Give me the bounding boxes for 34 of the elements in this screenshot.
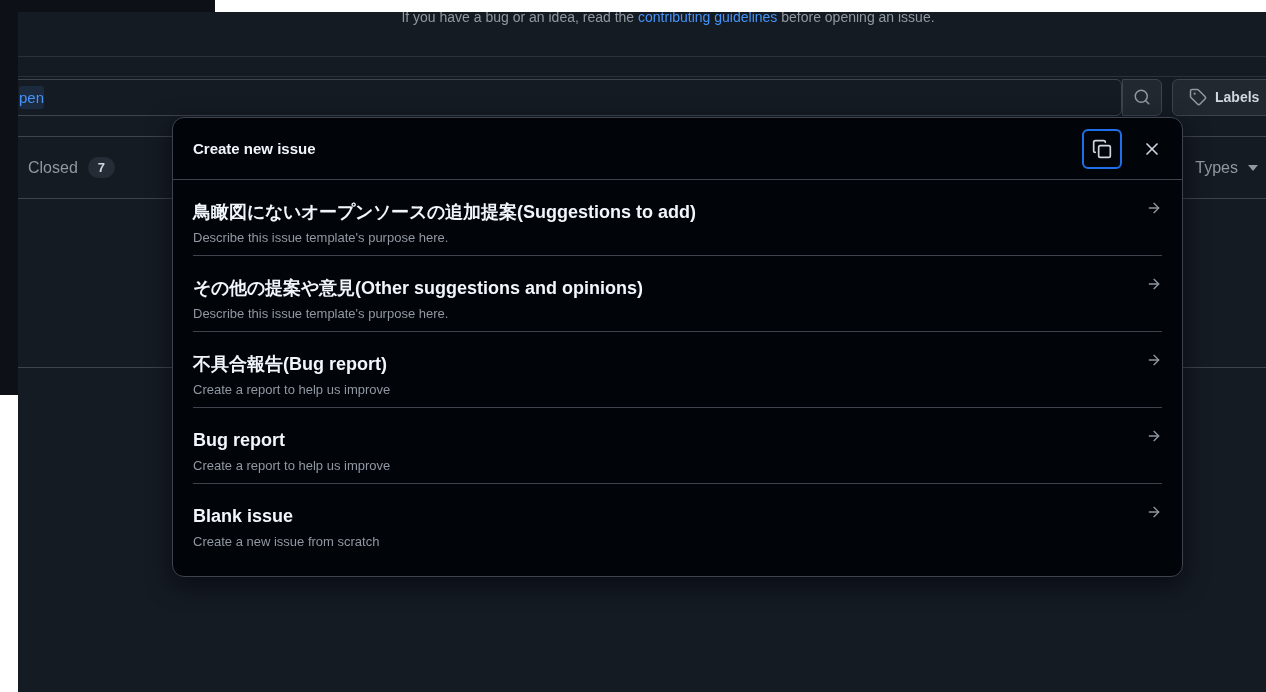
arrow-icon bbox=[1146, 504, 1162, 520]
template-title: Blank issue bbox=[193, 506, 295, 526]
arrow-icon bbox=[1146, 200, 1162, 216]
arrow-icon bbox=[1146, 352, 1162, 368]
template-title: 鳥瞰図にないオープンソースの追加提案(Suggestions to add) bbox=[193, 202, 696, 222]
template-description: Describe this issue template's purpose here. bbox=[193, 230, 450, 246]
template-item[interactable]: Blank issue Create a new issue from scratch bbox=[193, 484, 1162, 560]
search-field[interactable]: pen bbox=[18, 78, 1122, 116]
labels-button[interactable]: Labels bbox=[1172, 78, 1266, 116]
template-title: その他の提案や意見(Other suggestions and opinions) bbox=[193, 278, 643, 298]
template-title: Bug report bbox=[193, 430, 286, 450]
arrow-icon bbox=[1146, 276, 1162, 292]
copy-icon bbox=[1092, 138, 1112, 159]
template-description: Create a report to help us improve bbox=[193, 382, 391, 398]
template-description: Describe this issue template's purpose here. bbox=[193, 306, 450, 322]
notice-text: If you have a bug or an idea, read the contributing guidelines before opening an issue. bbox=[401, 12, 935, 27]
arrow-icon bbox=[1146, 428, 1162, 444]
state-tab[interactable]: Closed 7 bbox=[28, 157, 116, 178]
template-title: 不具合報告(Bug report) bbox=[193, 354, 388, 374]
template-item[interactable]: Bug report Create a report to help us improve bbox=[193, 408, 1162, 484]
copy-button[interactable] bbox=[1082, 128, 1122, 169]
types-filter[interactable]: Types bbox=[1195, 158, 1266, 177]
guidelines-link[interactable]: contributing guidelines bbox=[638, 12, 778, 25]
template-item[interactable]: その他の提案や意見(Other suggestions and opinions) Describe this issue template's purpose here. bbox=[193, 256, 1162, 332]
tag-icon bbox=[1189, 88, 1207, 106]
template-description: Create a new issue from scratch bbox=[193, 534, 380, 550]
dialog-title: Create new issue bbox=[193, 140, 316, 157]
caret-icon bbox=[1248, 164, 1258, 171]
count-badge: 7 bbox=[87, 157, 116, 178]
search-icon bbox=[1133, 88, 1151, 106]
template-description: Create a report to help us improve bbox=[193, 458, 391, 474]
search-button[interactable] bbox=[1122, 78, 1162, 116]
template-item[interactable]: 不具合報告(Bug report) Create a report to help us improve bbox=[193, 332, 1162, 408]
template-item[interactable]: 鳥瞰図にないオープンソースの追加提案(Suggestions to add) Describe this issue template's purpose here. bbox=[193, 180, 1162, 256]
